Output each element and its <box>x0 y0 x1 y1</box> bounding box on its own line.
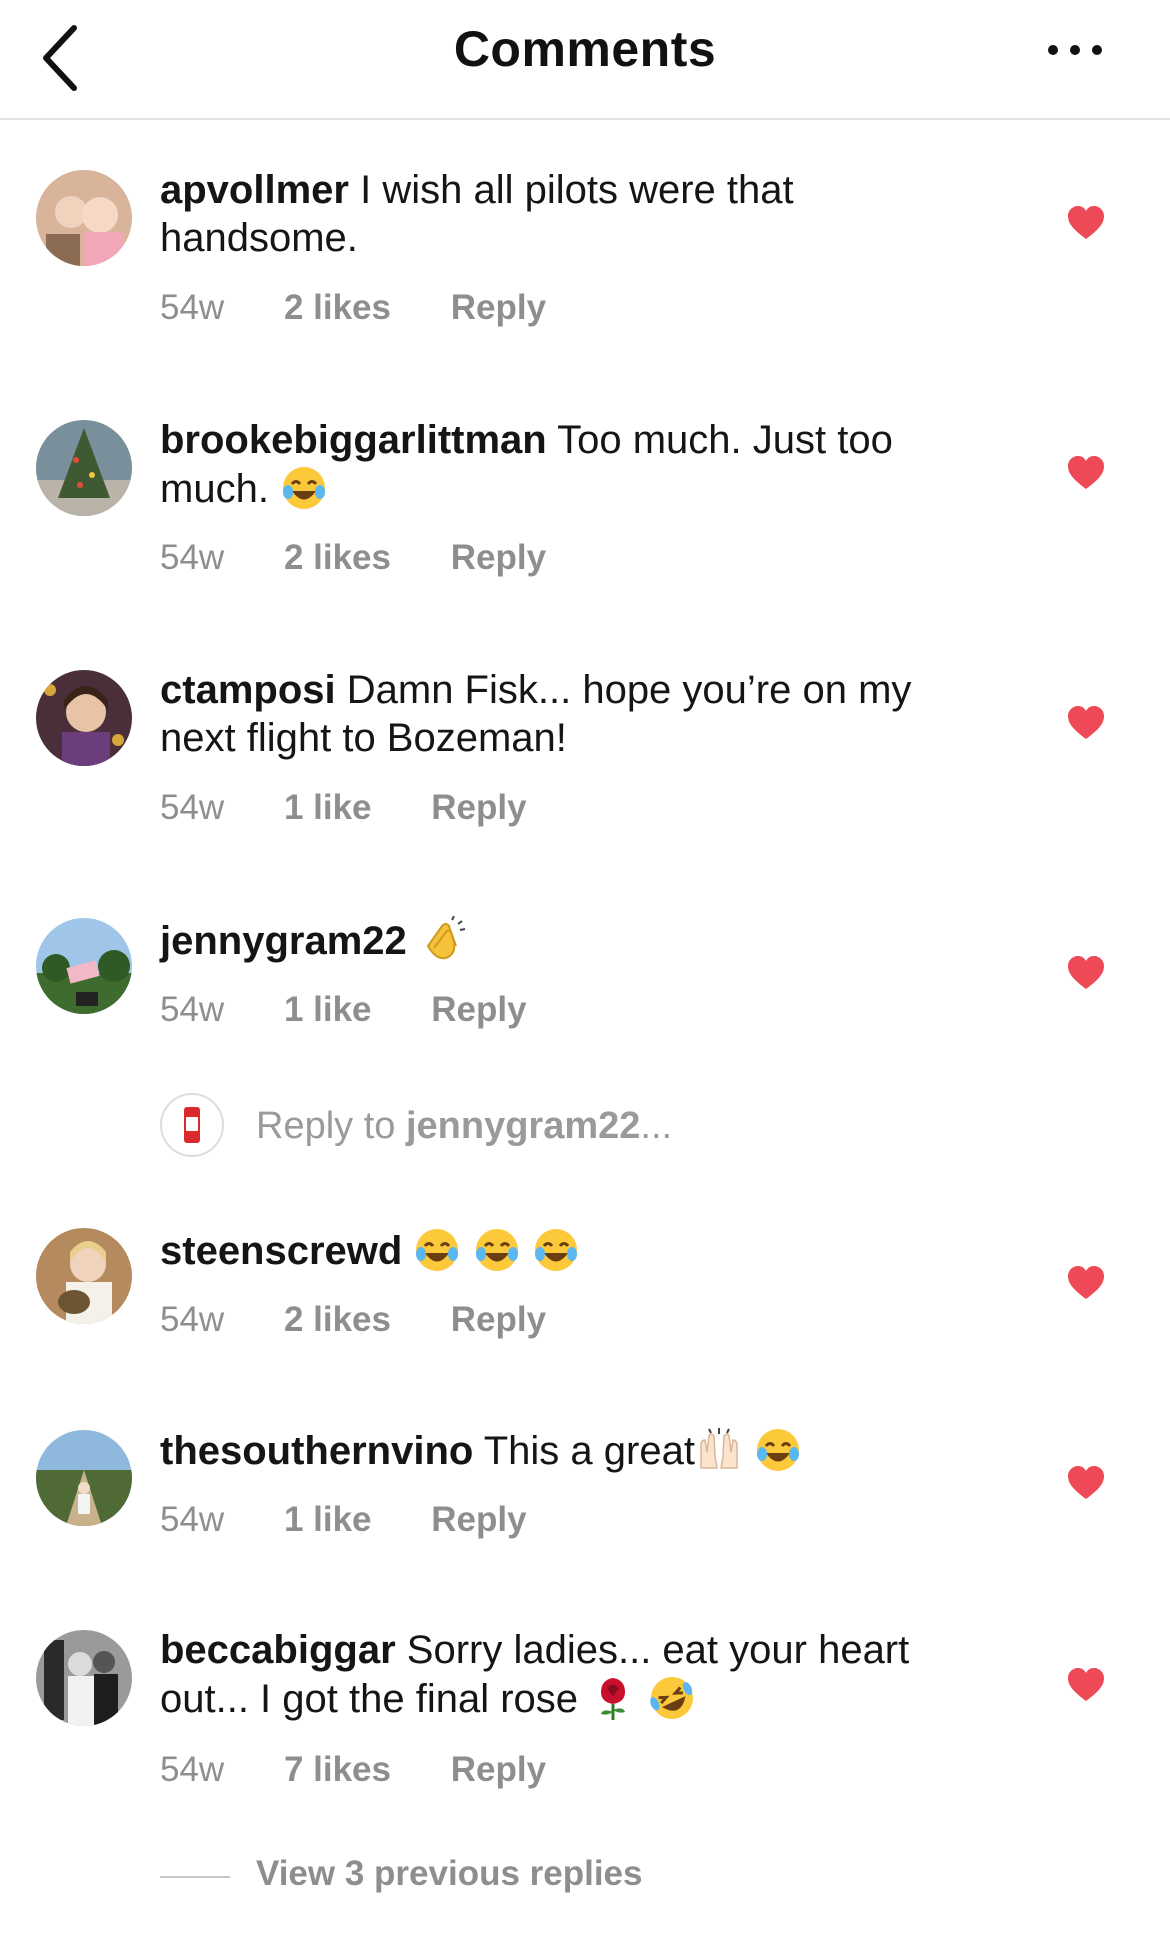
reply-button[interactable]: Reply <box>451 1300 546 1340</box>
comment-text: beccabiggar Sorry ladies... eat your hea… <box>160 1626 980 1723</box>
comment-likes[interactable]: 1 like <box>284 990 372 1030</box>
reply-button[interactable]: Reply <box>431 788 526 828</box>
rolling-on-floor-laughing-icon <box>650 1677 694 1719</box>
header-bar: Comments <box>0 0 1170 120</box>
comment-meta: 54w 2 likes Reply <box>160 1300 546 1340</box>
comment-time: 54w <box>160 990 225 1029</box>
heart-icon[interactable] <box>1066 1667 1106 1703</box>
heart-icon[interactable] <box>1066 705 1106 741</box>
comment-time: 54w <box>160 1500 225 1539</box>
comment-likes[interactable]: 2 likes <box>284 1300 391 1340</box>
page-title: Comments <box>453 21 717 77</box>
heart-icon[interactable] <box>1066 1465 1106 1501</box>
comment-meta: 54w 7 likes Reply <box>160 1750 546 1790</box>
comment-likes[interactable]: 2 likes <box>284 288 391 328</box>
rose-icon <box>601 1678 626 1720</box>
comment-username[interactable]: beccabiggar <box>160 1628 396 1672</box>
avatar[interactable] <box>36 918 132 1014</box>
comment-text: ctamposi Damn Fisk... hope you’re on my … <box>160 666 980 762</box>
comment-text: steenscrewd <box>160 1226 980 1275</box>
avatar[interactable] <box>36 1430 132 1526</box>
reply-placeholder[interactable]: Reply to jennygram22... <box>256 1105 672 1148</box>
avatar[interactable] <box>36 170 132 266</box>
comment-likes[interactable]: 1 like <box>284 1500 372 1540</box>
reply-button[interactable]: Reply <box>451 538 546 578</box>
face-with-tears-of-joy-icon <box>757 1429 800 1471</box>
reply-button[interactable]: Reply <box>431 1500 526 1540</box>
comment-meta: 54w 2 likes Reply <box>160 288 546 328</box>
comment-time: 54w <box>160 1300 225 1339</box>
reply-button[interactable]: Reply <box>451 288 546 328</box>
view-previous-label[interactable]: View 3 previous replies <box>256 1854 643 1894</box>
comment-username[interactable]: steenscrewd <box>160 1229 402 1273</box>
heart-icon[interactable] <box>1066 455 1106 491</box>
comment-likes[interactable]: 2 likes <box>284 538 391 578</box>
divider-line <box>160 1876 230 1878</box>
avatar[interactable] <box>36 420 132 516</box>
avatar[interactable] <box>36 1228 132 1324</box>
comment-username[interactable]: ctamposi <box>160 668 336 712</box>
comment-text: jennygram22 <box>160 916 980 965</box>
face-with-tears-of-joy-icon <box>283 467 326 509</box>
face-with-tears-of-joy-icon <box>534 1229 577 1271</box>
face-with-tears-of-joy-icon <box>416 1229 459 1271</box>
comment-text: apvollmer I wish all pilots were that ha… <box>160 166 980 262</box>
comment-time: 54w <box>160 1750 225 1789</box>
comment-meta: 54w 2 likes Reply <box>160 538 546 578</box>
reply-prefix: Reply to <box>256 1105 406 1147</box>
heart-icon[interactable] <box>1066 205 1106 241</box>
comment-meta: 54w 1 like Reply <box>160 1500 527 1540</box>
comment-body: This a great <box>483 1429 695 1473</box>
clapping-hands-icon <box>426 916 466 960</box>
face-with-tears-of-joy-icon <box>475 1229 518 1271</box>
comment-text: thesouthernvino This a great <box>160 1426 980 1475</box>
reply-suffix: ... <box>640 1105 673 1147</box>
raising-hands-icon <box>700 1428 738 1469</box>
comment-text: brookebiggarlittman Too much. Just too m… <box>160 416 980 513</box>
avatar[interactable] <box>36 1630 132 1726</box>
comment-username[interactable]: apvollmer <box>160 168 349 212</box>
heart-icon[interactable] <box>1066 955 1106 991</box>
avatar[interactable] <box>36 670 132 766</box>
reply-input[interactable]: Reply to jennygram22... <box>160 1093 960 1163</box>
reply-username: jennygram22 <box>405 1105 641 1147</box>
comment-meta: 54w 1 like Reply <box>160 990 527 1030</box>
comment-likes[interactable]: 7 likes <box>284 1750 391 1790</box>
comment-username[interactable]: thesouthernvino <box>160 1429 473 1473</box>
avatar <box>160 1093 224 1157</box>
comment-username[interactable]: jennygram22 <box>160 919 407 963</box>
comment-username[interactable]: brookebiggarlittman <box>160 418 547 462</box>
heart-icon[interactable] <box>1066 1265 1106 1301</box>
comment-time: 54w <box>160 288 225 327</box>
reply-button[interactable]: Reply <box>431 990 526 1030</box>
comment-time: 54w <box>160 788 225 827</box>
comment-time: 54w <box>160 538 225 577</box>
ellipsis-icon[interactable] <box>1040 30 1110 70</box>
comment-likes[interactable]: 1 like <box>284 788 372 828</box>
comment-meta: 54w 1 like Reply <box>160 788 527 828</box>
reply-button[interactable]: Reply <box>451 1750 546 1790</box>
